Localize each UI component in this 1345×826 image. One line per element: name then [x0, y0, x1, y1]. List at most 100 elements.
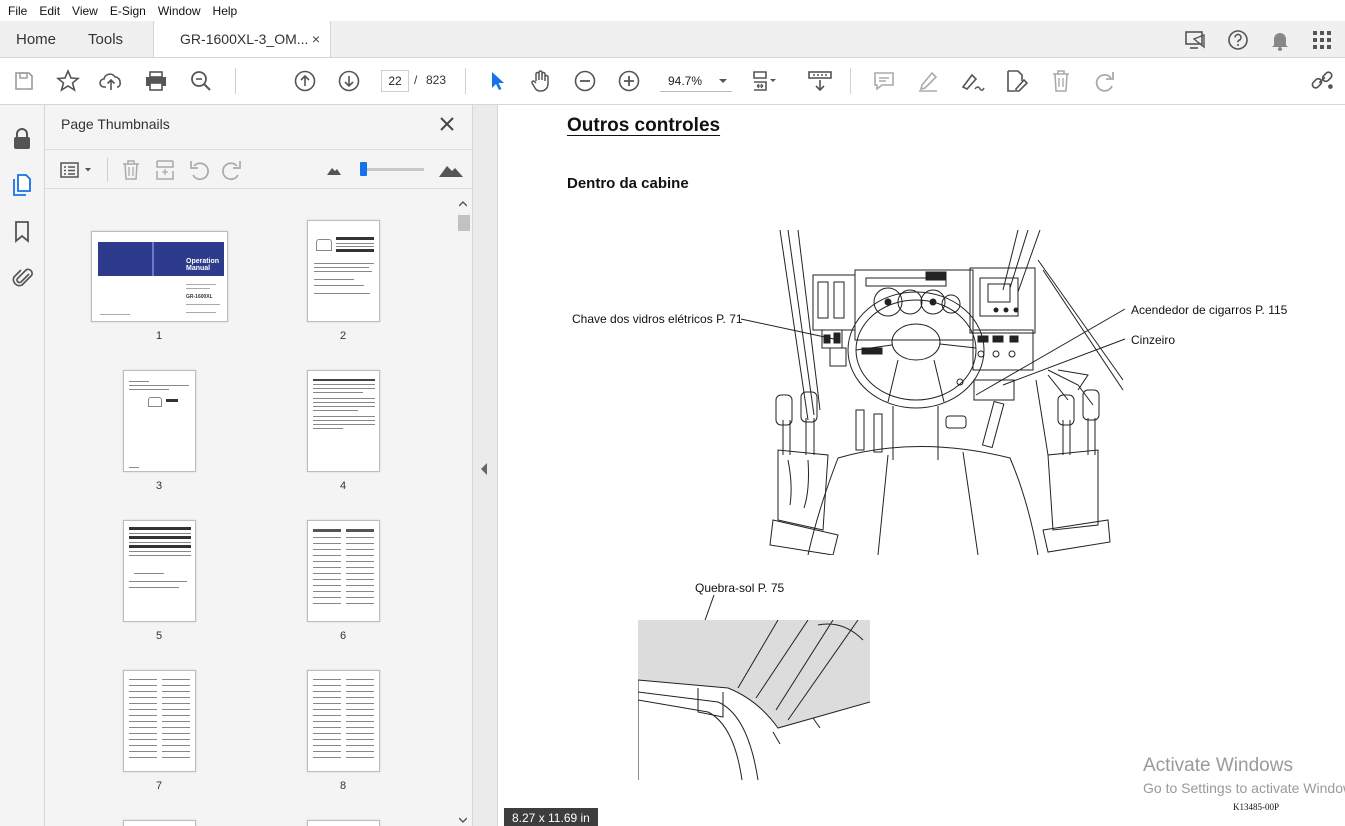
menu-file[interactable]: File	[2, 4, 33, 18]
delete-page-icon[interactable]	[119, 158, 143, 182]
apps-grid-icon[interactable]	[1309, 27, 1335, 53]
page-thumbnails-panel: Page Thumbnails Operation Manual GR-1600…	[45, 105, 472, 826]
extract-page-icon[interactable]	[153, 158, 177, 182]
zoom-level-value: 94.7%	[668, 73, 703, 88]
hand-tool-icon[interactable]	[528, 68, 554, 94]
chevron-down-icon	[718, 78, 728, 84]
menu-view[interactable]: View	[66, 4, 104, 18]
print-icon[interactable]	[143, 68, 169, 94]
thumbnail-size-slider[interactable]	[360, 168, 424, 171]
toolbar-separator	[850, 68, 851, 94]
share-link-icon[interactable]	[1310, 68, 1336, 94]
thumbnail-page-number: 4	[339, 480, 347, 492]
bookmark-star-icon[interactable]	[55, 68, 81, 94]
thumbnail-page-3[interactable]	[123, 370, 196, 472]
thumbnail-page-number: 2	[339, 330, 347, 342]
thumbnail-options-menu-icon[interactable]	[59, 158, 95, 182]
thumbnail-scrollbar[interactable]	[456, 197, 470, 826]
page-separator: /	[414, 73, 418, 87]
callout-sun-visor: Quebra-sol P. 75	[695, 581, 785, 595]
left-navigation-rail	[0, 105, 45, 826]
fit-page-icon[interactable]	[751, 68, 777, 94]
thumbnail-grid: Operation Manual GR-1600XL 1 2 3 4 5 6 7…	[45, 191, 455, 826]
scroll-up-arrow-icon	[459, 201, 467, 207]
comment-icon[interactable]	[871, 68, 897, 94]
tab-home[interactable]: Home	[0, 21, 72, 57]
thumbnail-page-number: 5	[155, 630, 163, 642]
edit-document-icon[interactable]	[1003, 68, 1029, 94]
scrollbar-thumb[interactable]	[458, 215, 470, 231]
callout-leader-lines	[697, 308, 1126, 641]
thumbnail-page-number: 3	[155, 480, 163, 492]
thumbnail-page-2[interactable]	[307, 220, 380, 322]
tab-document-title: GR-1600XL-3_OM...	[180, 31, 309, 47]
close-icon[interactable]	[436, 113, 458, 135]
save-icon[interactable]	[11, 68, 37, 94]
thumbnail-page-7[interactable]	[123, 670, 196, 772]
current-page-input[interactable]: 22	[381, 70, 409, 92]
panel-title: Page Thumbnails	[61, 116, 170, 132]
thumbnail-page-number: 1	[155, 330, 163, 342]
previous-page-icon[interactable]	[292, 68, 318, 94]
slider-handle[interactable]	[360, 162, 367, 176]
cover-title-line2: Manual	[186, 265, 211, 272]
toolbar-separator	[465, 68, 466, 94]
thumbnail-page-8[interactable]	[307, 670, 380, 772]
thumbnail-page-10[interactable]	[307, 820, 380, 826]
activate-windows-title: Activate Windows	[1143, 755, 1293, 776]
notifications-bell-icon[interactable]	[1267, 27, 1293, 53]
collapse-arrow-icon[interactable]	[481, 463, 487, 475]
redo-icon[interactable]	[1092, 68, 1118, 94]
sun-visor-illustration	[638, 620, 870, 780]
scroll-down-arrow-icon	[459, 817, 467, 823]
tab-close-icon[interactable]: ×	[312, 31, 320, 47]
tab-document[interactable]: GR-1600XL-3_OM... ×	[153, 21, 332, 57]
highlight-pen-icon[interactable]	[915, 68, 941, 94]
page-thumbnails-icon[interactable]	[9, 172, 35, 198]
thumbnail-page-9[interactable]	[123, 820, 196, 826]
next-page-icon[interactable]	[336, 68, 362, 94]
cover-title: Operation Manual	[186, 258, 219, 272]
rotate-right-icon[interactable]	[220, 158, 244, 182]
upload-cloud-icon[interactable]	[99, 68, 125, 94]
thumbnail-larger-icon[interactable]	[437, 158, 465, 182]
panel-toolbar-separator	[107, 158, 108, 182]
tab-right-tools	[1183, 21, 1335, 58]
thumbnail-toolbar	[45, 149, 472, 189]
select-cursor-icon[interactable]	[484, 68, 510, 94]
share-screen-icon[interactable]	[1183, 27, 1209, 53]
attachment-paperclip-icon[interactable]	[9, 264, 35, 290]
menu-help[interactable]: Help	[207, 4, 244, 18]
menu-esign[interactable]: E-Sign	[104, 4, 152, 18]
lock-icon[interactable]	[9, 126, 35, 152]
activate-windows-subtitle: Go to Settings to activate Windows.	[1143, 780, 1345, 796]
toolbar-separator	[235, 68, 236, 94]
help-icon[interactable]	[1225, 27, 1251, 53]
thumbnail-page-number: 6	[339, 630, 347, 642]
menu-window[interactable]: Window	[152, 4, 207, 18]
cover-title-line1: Operation	[186, 258, 220, 265]
total-pages: 823	[426, 73, 447, 87]
cover-divider	[152, 242, 154, 276]
thumbnail-page-1[interactable]: Operation Manual GR-1600XL	[91, 231, 228, 322]
thumbnail-page-5[interactable]	[123, 520, 196, 622]
rotate-left-icon[interactable]	[187, 158, 211, 182]
zoom-in-icon[interactable]	[616, 68, 642, 94]
menu-edit[interactable]: Edit	[33, 4, 66, 18]
document-view[interactable]: Outros controles Dentro da cabine Chave …	[498, 105, 1345, 826]
tab-tools[interactable]: Tools	[72, 21, 139, 57]
thumbnail-page-4[interactable]	[307, 370, 380, 472]
main-toolbar: 22 / 823 94.7%	[0, 58, 1345, 105]
thumbnail-smaller-icon[interactable]	[322, 158, 346, 182]
panel-collapse-handle[interactable]	[472, 105, 498, 826]
thumbnail-page-6[interactable]	[307, 520, 380, 622]
zoom-out-icon[interactable]	[572, 68, 598, 94]
search-zoom-icon[interactable]	[188, 68, 214, 94]
zoom-level-select[interactable]: 94.7%	[660, 70, 732, 92]
delete-trash-icon[interactable]	[1048, 68, 1074, 94]
bookmark-icon[interactable]	[9, 219, 35, 245]
scrolling-mode-icon[interactable]	[807, 68, 833, 94]
sign-pen-icon[interactable]	[959, 68, 985, 94]
cover-model: GR-1600XL	[186, 294, 213, 300]
tab-bar: Home Tools GR-1600XL-3_OM... ×	[0, 21, 1345, 58]
